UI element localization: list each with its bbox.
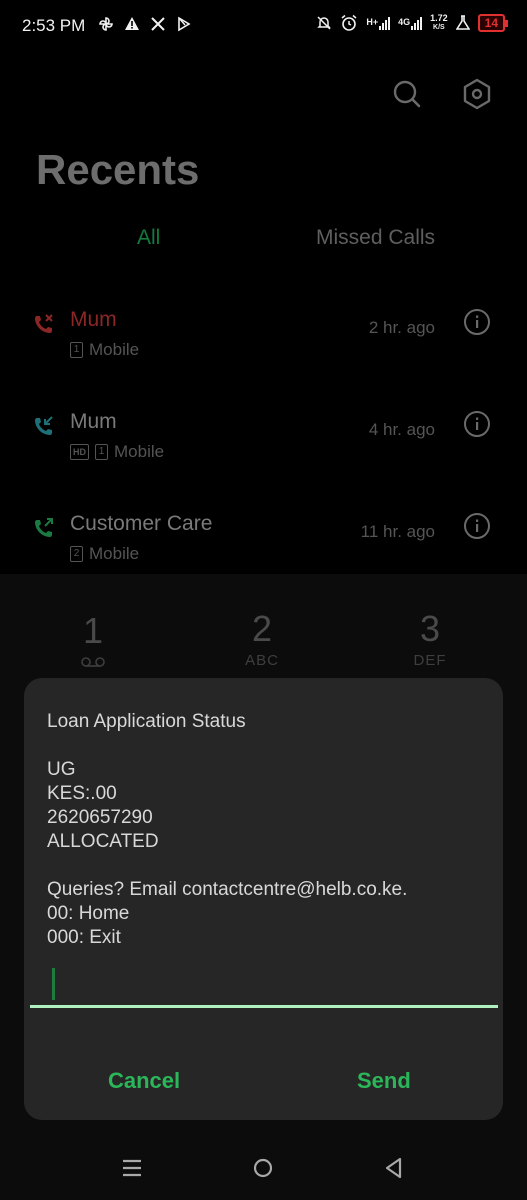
call-time: 11 hr. ago <box>360 522 435 541</box>
call-log-item[interactable]: Mum HD 1 Mobile 4 hr. ago <box>0 406 527 506</box>
sim-icon: 1 <box>70 342 83 358</box>
play-store-icon <box>178 16 191 32</box>
dial-key-1[interactable]: 1 <box>43 610 143 673</box>
x-logo-icon <box>151 17 165 31</box>
info-icon[interactable] <box>463 410 491 438</box>
tab-missed-calls[interactable]: Missed Calls <box>316 226 435 250</box>
incoming-call-icon <box>35 416 53 435</box>
alarm-icon <box>341 14 357 31</box>
cancel-button[interactable]: Cancel <box>108 1068 180 1094</box>
settings-hex-icon[interactable] <box>457 74 497 114</box>
contact-name: Customer Care <box>70 512 213 535</box>
input-underline <box>30 1005 498 1008</box>
call-log-item[interactable]: Mum 1 Mobile 2 hr. ago <box>0 304 527 404</box>
info-icon[interactable] <box>463 512 491 540</box>
dial-key-2[interactable]: 2 ABC <box>212 608 312 669</box>
system-icons: H+ 4G 1.72 K/S 14 <box>316 13 509 32</box>
page-title: Recents <box>36 146 200 193</box>
search-icon[interactable] <box>387 74 427 114</box>
ussd-reply-input[interactable] <box>32 962 498 1004</box>
dial-key-3[interactable]: 3 DEF <box>380 608 480 669</box>
contact-name: Mum <box>70 410 117 433</box>
call-details: 1 Mobile <box>70 340 139 360</box>
hd-voice-icon: HD <box>70 444 89 460</box>
signal-4g-icon: 4G <box>398 16 423 30</box>
status-bar: 2:53 PM H+ 4G 1.72 K/S 14 <box>0 0 527 52</box>
notification-icons <box>98 16 192 32</box>
menu-icon[interactable] <box>120 1156 144 1180</box>
ussd-message: Loan Application Status UG KES:.00 26206… <box>47 711 408 948</box>
call-details: 2 Mobile <box>70 544 139 564</box>
send-button[interactable]: Send <box>357 1068 411 1094</box>
network-speed: 1.72 K/S <box>430 13 448 32</box>
back-icon[interactable] <box>382 1156 406 1180</box>
home-icon[interactable] <box>251 1156 275 1180</box>
sim-icon: 1 <box>95 444 108 460</box>
signal-h-plus-icon: H+ <box>366 16 391 30</box>
contact-name: Mum <box>70 308 117 331</box>
tab-all[interactable]: All <box>137 226 160 250</box>
flask-icon <box>455 15 470 30</box>
battery-indicator: 14 <box>477 14 509 32</box>
pinwheel-icon <box>99 17 113 31</box>
call-time: 4 hr. ago <box>368 420 435 439</box>
info-icon[interactable] <box>463 308 491 336</box>
voicemail-icon <box>81 657 105 667</box>
outgoing-call-icon <box>35 518 53 537</box>
ussd-dialog: Loan Application Status UG KES:.00 26206… <box>24 678 503 1120</box>
call-details: HD 1 Mobile <box>70 442 164 462</box>
status-time: 2:53 PM <box>22 16 86 35</box>
warning-icon <box>125 17 139 30</box>
sim-icon: 2 <box>70 546 83 562</box>
call-time: 2 hr. ago <box>368 318 435 337</box>
mute-bell-icon <box>317 16 332 30</box>
missed-call-icon <box>35 314 53 333</box>
navigation-bar <box>0 1134 527 1200</box>
